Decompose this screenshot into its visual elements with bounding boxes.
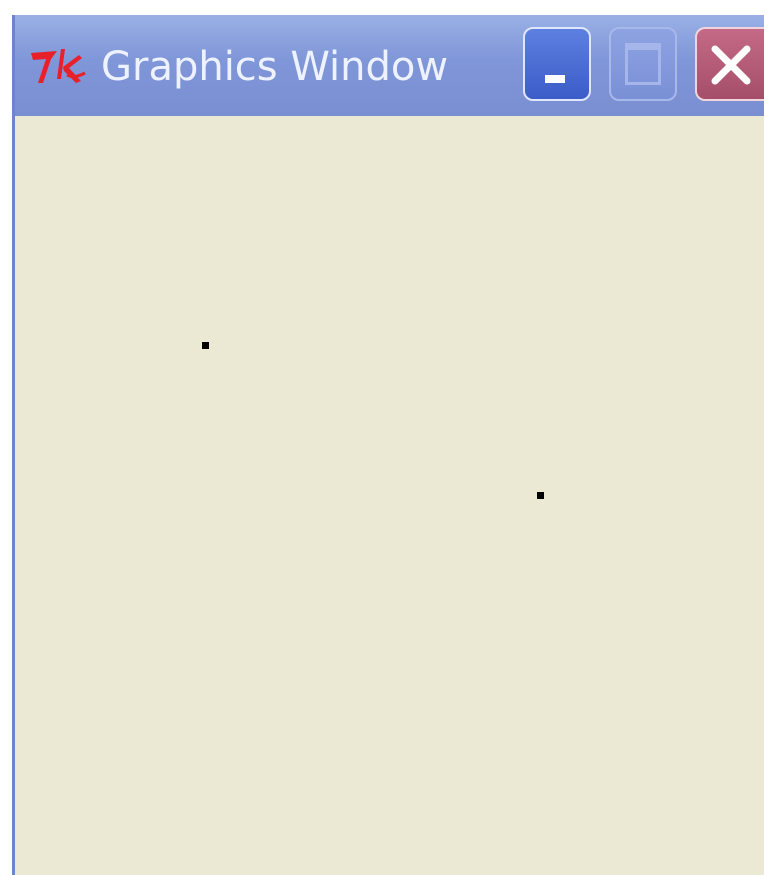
canvas-point: [202, 342, 209, 349]
maximize-button[interactable]: [609, 27, 677, 101]
title-bar[interactable]: Graphics Window: [15, 15, 764, 117]
minimize-button[interactable]: [523, 27, 591, 101]
drawing-canvas[interactable]: [15, 116, 764, 875]
window-title: Graphics Window: [101, 44, 449, 90]
canvas-point: [537, 492, 544, 499]
tk-logo-icon: [31, 49, 86, 83]
minimize-icon: [545, 75, 565, 83]
close-icon: [711, 45, 751, 85]
maximize-icon: [625, 43, 661, 85]
close-button[interactable]: [695, 27, 764, 101]
graphics-window: Graphics Window: [12, 15, 764, 875]
